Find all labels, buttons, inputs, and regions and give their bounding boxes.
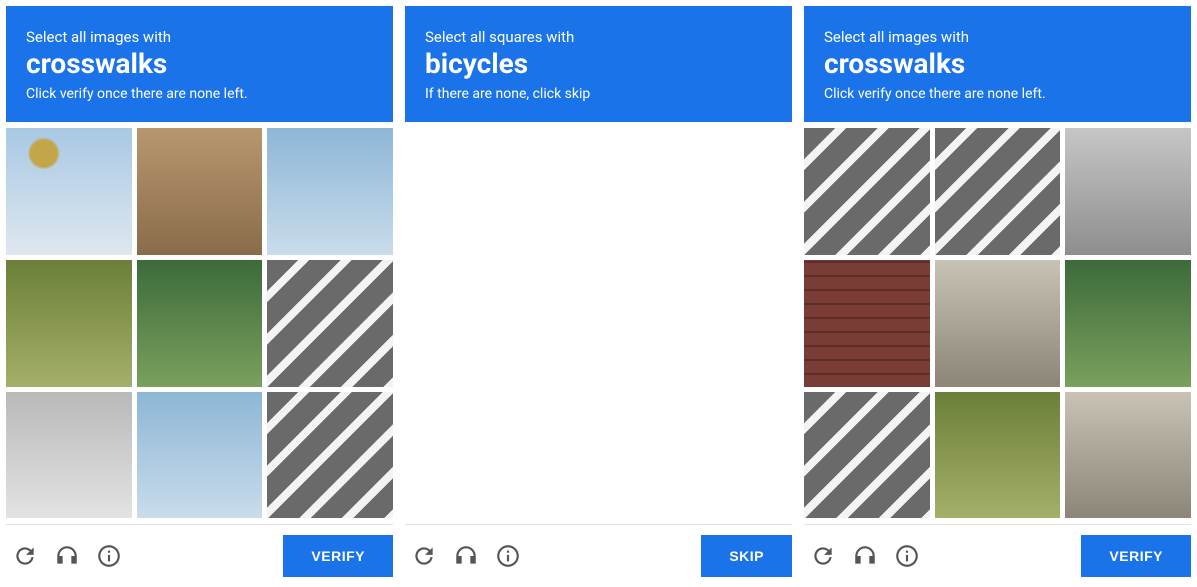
footer-icon-row (6, 543, 122, 569)
image-tile[interactable] (935, 392, 1061, 519)
image-cell[interactable] (600, 128, 695, 224)
image-tile[interactable] (267, 128, 393, 255)
image-tile[interactable] (6, 128, 132, 255)
verify-button[interactable]: VERIFY (1081, 535, 1191, 577)
image-tile[interactable] (267, 392, 393, 519)
prompt-line1: Select all images with (824, 28, 1171, 46)
image-cell[interactable] (697, 226, 792, 322)
headphones-icon[interactable] (453, 543, 479, 569)
verify-button[interactable]: VERIFY (283, 535, 393, 577)
challenge-header: Select all squares with bicycles If ther… (405, 6, 792, 122)
prompt-target: crosswalks (26, 48, 373, 80)
image-tile[interactable] (267, 260, 393, 387)
image-cell[interactable] (405, 324, 500, 420)
image-tile[interactable] (935, 260, 1061, 387)
image-cell[interactable] (502, 324, 597, 420)
image-cell[interactable] (405, 226, 500, 322)
reload-icon[interactable] (810, 543, 836, 569)
image-tile[interactable] (1065, 260, 1191, 387)
prompt-target: crosswalks (824, 48, 1171, 80)
image-cell[interactable] (600, 422, 695, 518)
prompt-line1: Select all images with (26, 28, 373, 46)
footer-icon-row (804, 543, 920, 569)
headphones-icon[interactable] (54, 543, 80, 569)
image-cell[interactable] (600, 324, 695, 420)
image-tile[interactable] (137, 392, 263, 519)
prompt-line2: If there are none, click skip (425, 86, 772, 102)
image-cell[interactable] (502, 226, 597, 322)
prompt-line2: Click verify once there are none left. (26, 86, 373, 102)
challenge-header: Select all images with crosswalks Click … (804, 6, 1191, 122)
captcha-panel: Select all images with crosswalks Click … (804, 6, 1191, 581)
image-tile[interactable] (137, 128, 263, 255)
info-icon[interactable] (894, 543, 920, 569)
image-cell[interactable] (405, 422, 500, 518)
prompt-line2: Click verify once there are none left. (824, 86, 1171, 102)
prompt-line1: Select all squares with (425, 28, 772, 46)
image-grid-4x4 (405, 128, 792, 518)
image-cell[interactable] (697, 128, 792, 224)
headphones-icon[interactable] (852, 543, 878, 569)
captcha-footer: VERIFY (6, 524, 393, 581)
image-tile[interactable] (804, 260, 930, 387)
footer-icon-row (405, 543, 521, 569)
image-tile[interactable] (804, 392, 930, 519)
skip-button[interactable]: SKIP (701, 535, 792, 577)
reload-icon[interactable] (411, 543, 437, 569)
captcha-panel: Select all squares with bicycles If ther… (405, 6, 792, 581)
image-cell[interactable] (600, 226, 695, 322)
image-tile[interactable] (137, 260, 263, 387)
image-tile[interactable] (804, 128, 930, 255)
captcha-footer: VERIFY (804, 524, 1191, 581)
reload-icon[interactable] (12, 543, 38, 569)
image-tile[interactable] (1065, 128, 1191, 255)
captcha-panel: Select all images with crosswalks Click … (6, 6, 393, 581)
image-cell[interactable] (405, 128, 500, 224)
image-tile[interactable] (1065, 392, 1191, 519)
image-cell[interactable] (502, 422, 597, 518)
challenge-header: Select all images with crosswalks Click … (6, 6, 393, 122)
info-icon[interactable] (96, 543, 122, 569)
prompt-target: bicycles (425, 48, 772, 80)
image-cell[interactable] (697, 422, 792, 518)
image-tile[interactable] (935, 128, 1061, 255)
captcha-footer: SKIP (405, 524, 792, 581)
image-tile[interactable] (6, 392, 132, 519)
image-grid-3x3 (804, 128, 1191, 518)
image-grid-3x3 (6, 128, 393, 518)
info-icon[interactable] (495, 543, 521, 569)
image-tile[interactable] (6, 260, 132, 387)
image-cell[interactable] (697, 324, 792, 420)
image-cell[interactable] (502, 128, 597, 224)
